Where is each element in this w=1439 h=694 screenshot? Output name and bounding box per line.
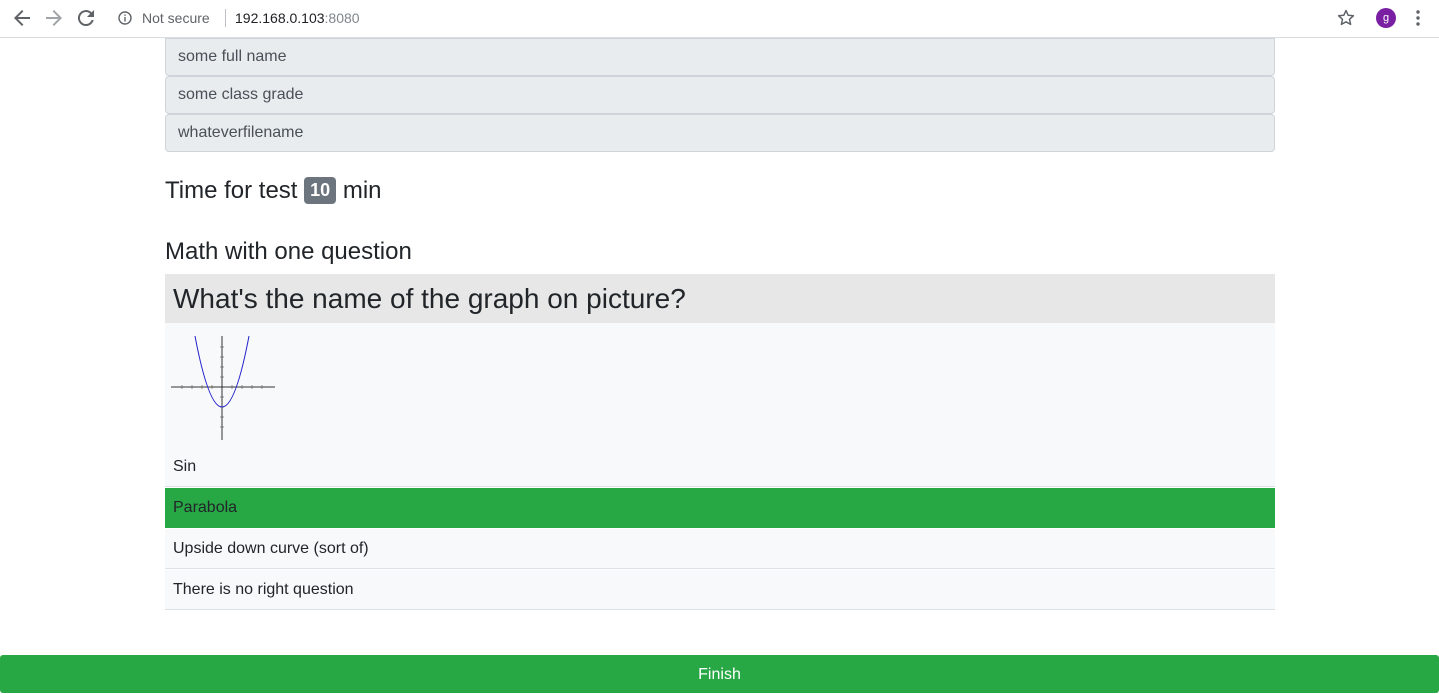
- time-label: Time for test: [165, 177, 298, 204]
- finish-button[interactable]: Finish: [0, 655, 1439, 693]
- class-grade-field[interactable]: some class grade: [165, 76, 1275, 114]
- forward-icon[interactable]: [42, 6, 66, 30]
- menu-icon[interactable]: [1408, 8, 1428, 28]
- info-icon[interactable]: [118, 11, 132, 25]
- test-title: Math with one question: [165, 238, 412, 265]
- security-label[interactable]: Not secure: [142, 10, 210, 26]
- answer-option-no-right-question[interactable]: There is no right question: [165, 570, 1275, 610]
- star-icon[interactable]: [1336, 8, 1356, 28]
- reload-icon[interactable]: [74, 6, 98, 30]
- test-container: some full name some class grade whatever…: [165, 38, 1275, 610]
- browser-toolbar: Not secure 192.168.0.103:8080 g: [0, 0, 1439, 38]
- url-separator: [225, 9, 226, 27]
- answer-option-parabola[interactable]: Parabola: [165, 488, 1275, 528]
- question-picture: [165, 323, 1275, 448]
- full-name-field[interactable]: some full name: [165, 38, 1275, 76]
- address-bar[interactable]: 192.168.0.103:8080: [235, 10, 360, 26]
- question-heading: What's the name of the graph on picture?: [165, 274, 1275, 323]
- back-icon[interactable]: [10, 6, 34, 30]
- time-for-test: Time for test 10 min: [165, 176, 382, 206]
- time-unit: min: [342, 177, 382, 204]
- answer-option-upside-down-curve[interactable]: Upside down curve (sort of): [165, 529, 1275, 569]
- filename-field[interactable]: whateverfilename: [165, 114, 1275, 152]
- answer-option-sin[interactable]: Sin: [165, 447, 1275, 487]
- parabola-graph-image: [171, 336, 275, 440]
- url-host: 192.168.0.103: [235, 10, 325, 26]
- time-badge: 10: [304, 177, 337, 204]
- url-port: :8080: [324, 10, 360, 26]
- avatar[interactable]: g: [1376, 8, 1396, 28]
